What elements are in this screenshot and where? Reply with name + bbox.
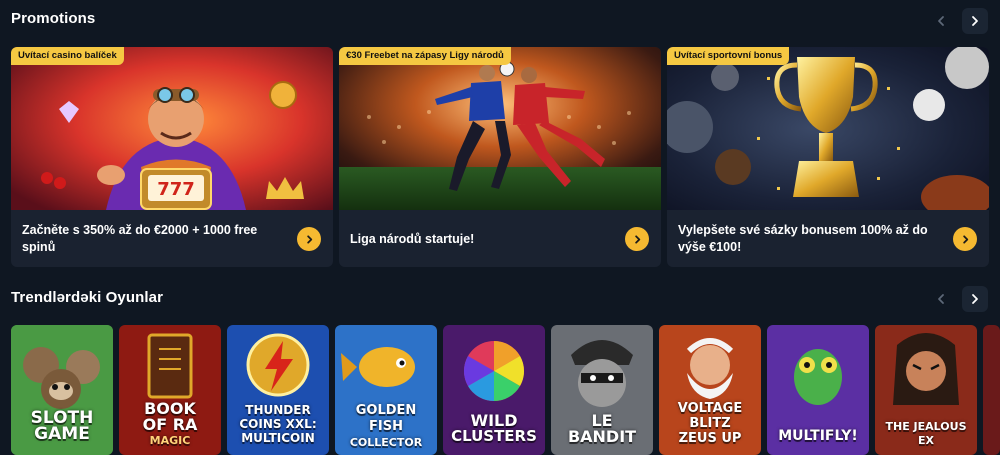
promotions-title: Promotions bbox=[11, 10, 96, 27]
game-title-line3: COLLECTOR bbox=[349, 436, 423, 449]
game-tile-multifly[interactable]: MULTIFLY! bbox=[767, 325, 869, 455]
promo-badge: Uvítací casino balíček bbox=[11, 47, 124, 65]
promo-card-casino[interactable]: 777 Uvítací casino balíček Začněte s 350… bbox=[11, 47, 333, 267]
game-title-line1: MULTIFLY! bbox=[778, 428, 858, 444]
promo-badge: €30 Freebet na zápasy Ligy národů bbox=[339, 47, 511, 65]
chevron-right-icon bbox=[962, 234, 968, 244]
football-promo-image bbox=[339, 47, 661, 210]
promo-go-button[interactable] bbox=[297, 227, 321, 251]
game-title-line2: CLUSTERS bbox=[451, 427, 537, 445]
promo-card-freebet[interactable]: €30 Freebet na zápasy Ligy národů Liga n… bbox=[339, 47, 661, 267]
promo-go-button[interactable] bbox=[953, 227, 977, 251]
trending-header: Trendlərdəki Oyunlar bbox=[0, 279, 1000, 319]
game-title-line2: FISH bbox=[369, 419, 403, 434]
promotions-next-button[interactable] bbox=[962, 8, 988, 34]
chevron-right-icon bbox=[634, 234, 640, 244]
promo-text: Začněte s 350% až do €2000 + 1000 free s… bbox=[22, 223, 258, 254]
game-title-line1: GOLDEN bbox=[355, 403, 417, 418]
game-tile-thunder-coins[interactable]: THUNDER COINS XXL: MULTICOIN bbox=[227, 325, 329, 455]
game-title-line2: BLITZ bbox=[689, 416, 731, 431]
game-title-line2: BANDIT bbox=[567, 427, 637, 446]
game-title-line1: LE bbox=[591, 411, 613, 430]
game-title-line1: BOOK bbox=[144, 399, 196, 418]
promo-go-button[interactable] bbox=[625, 227, 649, 251]
trending-prev-button[interactable] bbox=[928, 286, 954, 312]
promotions-prev-button[interactable] bbox=[928, 8, 954, 34]
game-tile-golden-fish-collector[interactable]: GOLDEN FISH COLLECTOR bbox=[335, 325, 437, 455]
game-tile-wild-clusters[interactable]: WILD CLUSTERS bbox=[443, 325, 545, 455]
trending-next-button[interactable] bbox=[962, 286, 988, 312]
chevron-right-icon bbox=[972, 294, 978, 304]
game-tile-partial[interactable] bbox=[983, 325, 1000, 455]
game-title-line1: VOLTAGE bbox=[677, 401, 743, 416]
game-title-line3: MULTICOIN bbox=[241, 431, 315, 445]
game-title-line1: THE JEALOUS bbox=[885, 420, 967, 433]
game-title-line2: GAME bbox=[34, 424, 90, 444]
game-tile-the-jealous-ex[interactable]: THE JEALOUS EX bbox=[875, 325, 977, 455]
game-title-line2: OF RA bbox=[142, 415, 198, 434]
game-title-line2: EX bbox=[918, 434, 934, 447]
chevron-right-icon bbox=[972, 16, 978, 26]
svg-text:777: 777 bbox=[157, 179, 195, 200]
casino-promo-image: 777 bbox=[11, 47, 333, 210]
promotions-header: Promotions bbox=[0, 0, 1000, 40]
game-tile-sloth-game[interactable]: SLOTH GAME bbox=[11, 325, 113, 455]
chevron-right-icon bbox=[306, 234, 312, 244]
chevron-left-icon bbox=[938, 16, 944, 26]
game-tile-voltage-blitz[interactable]: VOLTAGE BLITZ ZEUS UP bbox=[659, 325, 761, 455]
game-title-line1: THUNDER bbox=[245, 403, 311, 417]
game-tile-le-bandit[interactable]: LE BANDIT bbox=[551, 325, 653, 455]
game-tile-book-of-ra-magic[interactable]: BOOK OF RA MAGIC bbox=[119, 325, 221, 455]
promo-text: Liga národů startuje! bbox=[350, 232, 475, 246]
chevron-left-icon bbox=[938, 294, 944, 304]
trophy-promo-image bbox=[667, 47, 989, 210]
game-title-line3: ZEUS UP bbox=[678, 431, 742, 446]
promo-badge: Uvítací sportovní bonus bbox=[667, 47, 790, 65]
trending-title: Trendlərdəki Oyunlar bbox=[11, 289, 164, 306]
game-title-line1: WILD bbox=[470, 411, 518, 430]
game-title-line3: MAGIC bbox=[149, 434, 191, 447]
game-title-line2: COINS XXL: bbox=[239, 417, 317, 431]
promo-card-sports-bonus[interactable]: Uvítací sportovní bonus Vylepšete své sá… bbox=[667, 47, 989, 267]
promo-text: Vylepšete své sázky bonusem 100% až do v… bbox=[678, 223, 928, 254]
